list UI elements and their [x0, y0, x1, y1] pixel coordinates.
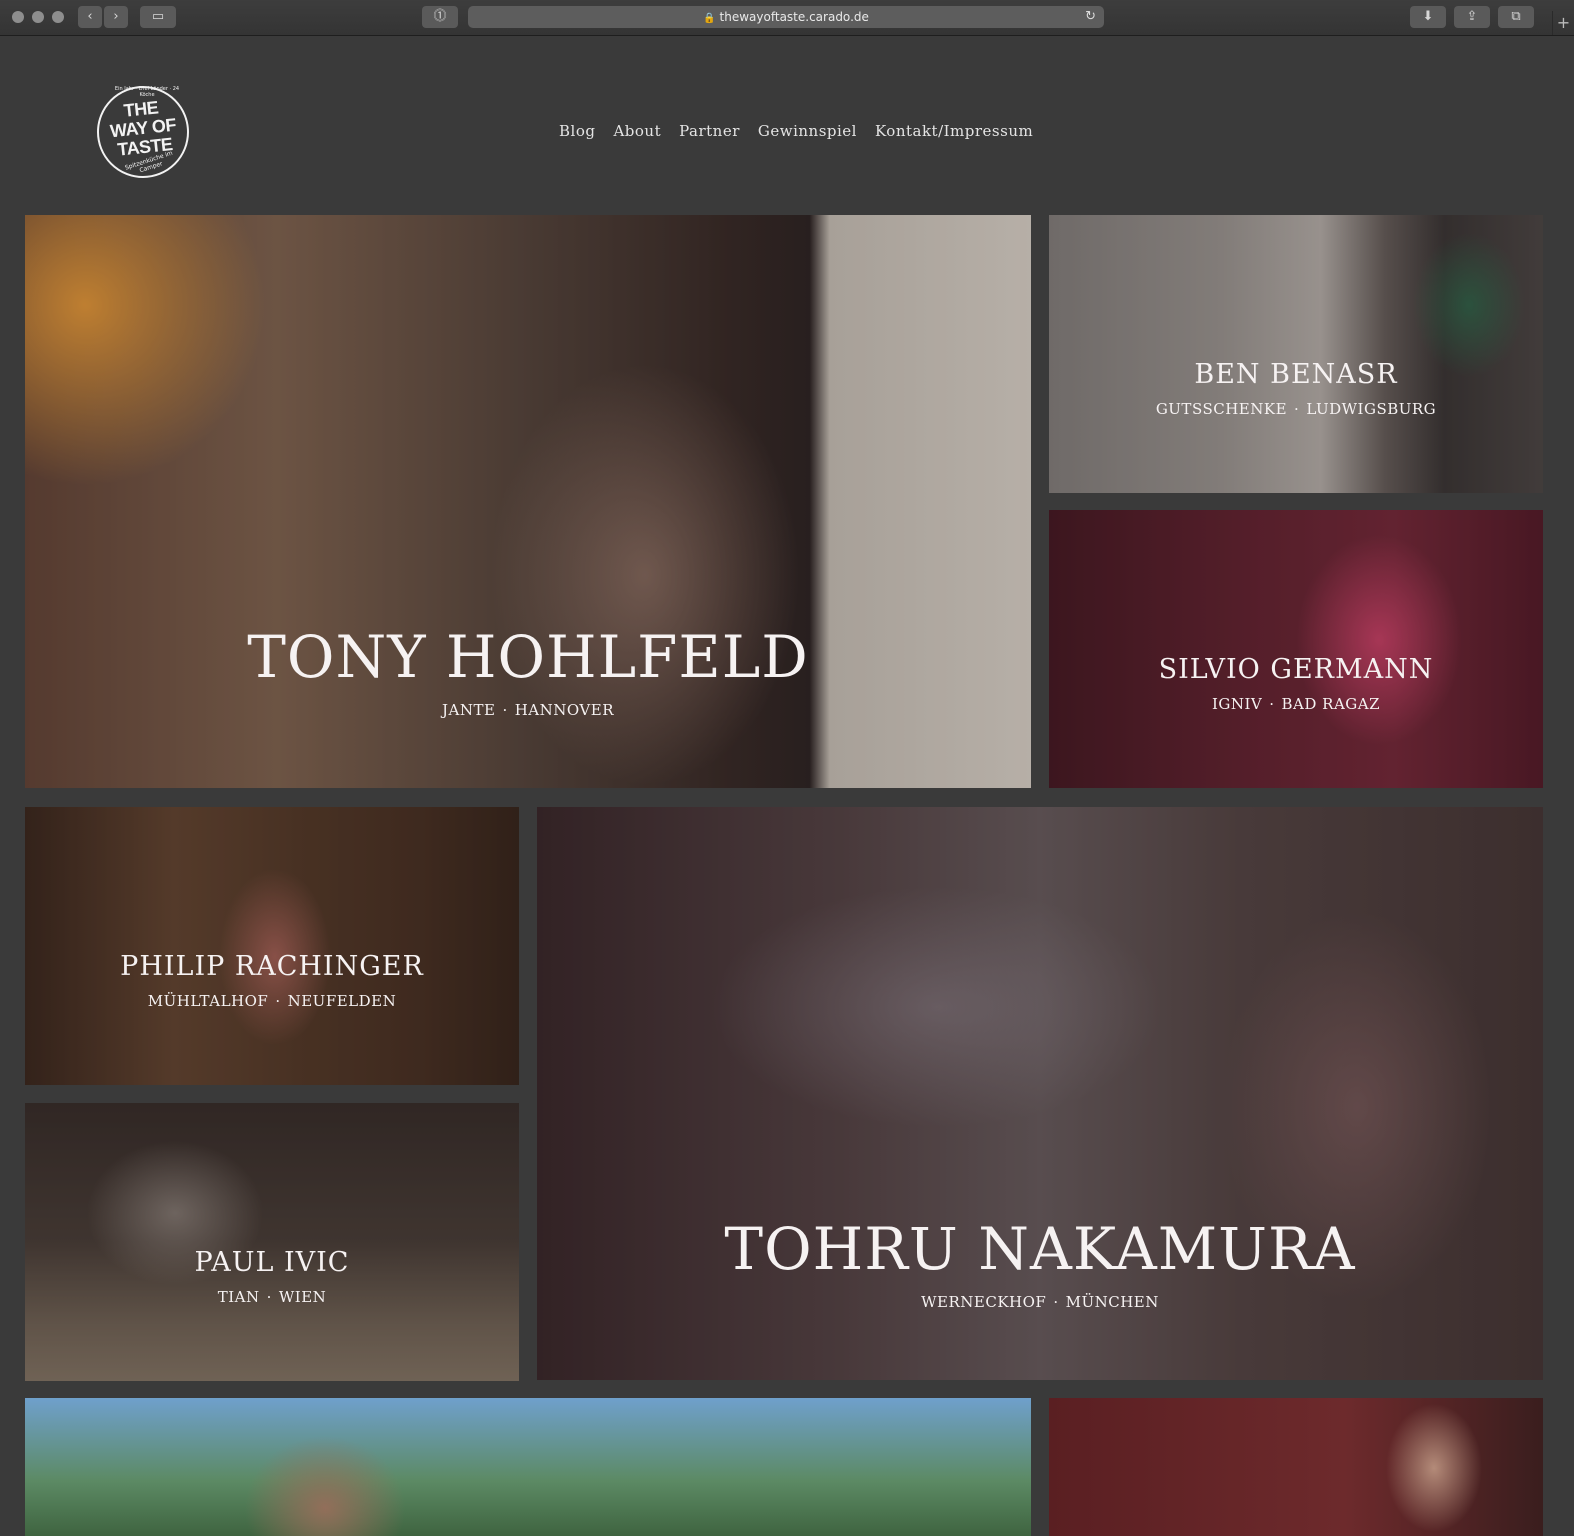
forward-button[interactable]: › [104, 6, 128, 28]
chef-caption: TONY HOHLFELD JANTE · HANNOVER [25, 623, 1031, 719]
chef-caption: PAUL IVIC TIAN · WIEN [25, 1247, 519, 1306]
chef-caption: BEN BENASR GUTSSCHENKE · LUDWIGSBURG [1049, 359, 1543, 418]
chef-location: TIAN · WIEN [217, 1288, 327, 1306]
chef-tile-silvio-germann[interactable]: SILVIO GERMANN IGNIV · BAD RAGAZ [1049, 510, 1543, 788]
chef-caption: PHILIP RACHINGER MÜHLTALHOF · NEUFELDEN [25, 951, 519, 1010]
back-button[interactable]: ‹ [78, 6, 102, 28]
main-navigation: Blog About Partner Gewinnspiel Kontakt/I… [559, 122, 1051, 140]
chef-name: PAUL IVIC [194, 1247, 350, 1278]
lock-icon: 🔒 [703, 13, 716, 24]
chef-tile-ben-benasr[interactable]: BEN BENASR GUTSSCHENKE · LUDWIGSBURG [1049, 215, 1543, 493]
site-logo[interactable]: Ein Jahr · Drei Länder · 24 Köche THE WA… [97, 86, 189, 178]
chef-tile-photo[interactable] [25, 1398, 1031, 1536]
nav-link-gewinnspiel[interactable]: Gewinnspiel [758, 122, 857, 140]
chef-tile-tohru-nakamura[interactable]: TOHRU NAKAMURA WERNECKHOF · MÜNCHEN [537, 807, 1543, 1380]
chef-location: WERNECKHOF · MÜNCHEN [921, 1293, 1159, 1311]
chef-caption: TOHRU NAKAMURA WERNECKHOF · MÜNCHEN [537, 1215, 1543, 1311]
chef-name: SILVIO GERMANN [1158, 654, 1434, 685]
minimize-window-button[interactable] [32, 11, 44, 23]
new-tab-button[interactable]: + [1552, 11, 1574, 35]
tabs-overview-icon[interactable]: ⧉ [1498, 6, 1534, 28]
chef-location: IGNIV · BAD RAGAZ [1211, 695, 1381, 713]
downloads-icon[interactable]: ⬇ [1410, 6, 1446, 28]
share-icon[interactable]: ⇪ [1454, 6, 1490, 28]
chef-location: JANTE · HANNOVER [442, 701, 614, 719]
chef-tile-paul-ivic[interactable]: PAUL IVIC TIAN · WIEN [25, 1103, 519, 1381]
chef-name: TOHRU NAKAMURA [724, 1215, 1356, 1283]
browser-toolbar: ‹ › ▭ ⓵ 🔒 thewayoftaste.carado.de ↻ ⬇ ⇪ ⧉… [0, 0, 1574, 36]
chef-name: TONY HOHLFELD [247, 623, 809, 691]
chef-name: BEN BENASR [1194, 359, 1398, 390]
chef-tile-photo[interactable] [1049, 1398, 1543, 1536]
chef-location: GUTSSCHENKE · LUDWIGSBURG [1155, 400, 1437, 418]
zoom-window-button[interactable] [52, 11, 64, 23]
nav-link-blog[interactable]: Blog [559, 122, 595, 140]
close-window-button[interactable] [12, 11, 24, 23]
chef-location: MÜHLTALHOF · NEUFELDEN [147, 992, 397, 1010]
nav-link-about[interactable]: About [613, 122, 661, 140]
nav-link-partner[interactable]: Partner [679, 122, 740, 140]
nav-link-kontakt-impressum[interactable]: Kontakt/Impressum [875, 122, 1033, 140]
chef-tile-tony-hohlfeld[interactable]: TONY HOHLFELD JANTE · HANNOVER [25, 215, 1031, 788]
chef-name: PHILIP RACHINGER [120, 951, 424, 982]
chef-tile-philip-rachinger[interactable]: PHILIP RACHINGER MÜHLTALHOF · NEUFELDEN [25, 807, 519, 1085]
password-manager-icon[interactable]: ⓵ [422, 6, 458, 28]
chef-caption: SILVIO GERMANN IGNIV · BAD RAGAZ [1049, 654, 1543, 713]
url-text: thewayoftaste.carado.de [719, 10, 869, 24]
reload-icon[interactable]: ↻ [1085, 6, 1096, 28]
address-bar[interactable]: 🔒 thewayoftaste.carado.de ↻ [468, 6, 1104, 28]
sidebar-toggle-icon[interactable]: ▭ [140, 6, 176, 28]
